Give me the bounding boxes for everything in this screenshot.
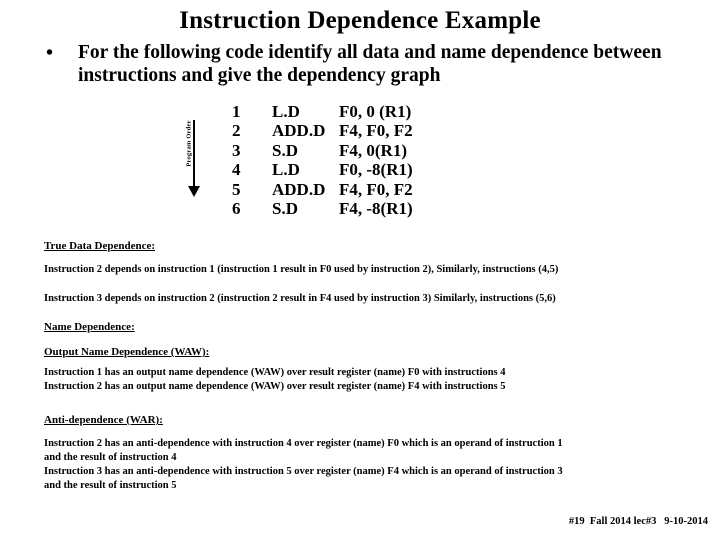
war-line-4: and the result of instruction 5 xyxy=(44,480,177,491)
section-heading-name-dependence: Name Dependence: xyxy=(44,321,135,333)
table-row: 3 S.D F4, 0(R1) xyxy=(232,141,479,160)
program-order-label: Program Order xyxy=(185,120,193,167)
instruction-operands: F0, 0 (R1) xyxy=(339,102,412,121)
section-heading-anti-dependence-war: Anti-dependence (WAR): xyxy=(44,414,163,426)
instruction-opcode: L.D xyxy=(272,102,300,121)
table-row: 1 L.D F0, 0 (R1) xyxy=(232,102,479,121)
instruction-opcode: S.D xyxy=(272,199,298,219)
instruction-listing-body: 1 L.D F0, 0 (R1) 2 ADD.D F4, F0, F2 3 S.… xyxy=(232,102,479,218)
instruction-operands: F0, -8(R1) xyxy=(339,160,413,180)
table-row: 5 ADD.D F4, F0, F2 xyxy=(232,180,479,199)
instruction-opcode: L.D xyxy=(272,160,300,180)
slide-canvas: Instruction Dependence Example • For the… xyxy=(0,0,720,540)
instruction-operands: F4, 0(R1) xyxy=(339,140,407,160)
program-order-annotation: Program Order xyxy=(176,118,202,204)
instruction-operands: F4, -8(R1) xyxy=(339,199,413,219)
page-title: Instruction Dependence Example xyxy=(179,7,541,34)
instruction-operands: F4, F0, F2 xyxy=(339,121,413,141)
arrow-down-icon-shaft xyxy=(193,120,195,188)
instruction-number: 4 xyxy=(232,160,241,180)
instruction-listing-table: 1 L.D F0, 0 (R1) 2 ADD.D F4, F0, F2 3 S.… xyxy=(232,102,479,218)
instruction-number: 3 xyxy=(232,140,241,160)
section-heading-output-name-dependence-waw: Output Name Dependence (WAW): xyxy=(44,346,210,358)
table-row: 4 L.D F0, -8(R1) xyxy=(232,160,479,179)
section-heading-true-data-dependence: True Data Dependence: xyxy=(44,240,155,252)
waw-line-1: Instruction 1 has an output name depende… xyxy=(44,367,506,378)
war-line-2: and the result of instruction 4 xyxy=(44,452,177,463)
war-line-3: Instruction 3 has an anti-dependence wit… xyxy=(44,466,563,477)
bullet-point-icon: • xyxy=(46,42,54,64)
table-row: 6 S.D F4, -8(R1) xyxy=(232,199,479,218)
instruction-opcode: S.D xyxy=(272,140,298,160)
arrow-down-icon-head xyxy=(188,186,200,197)
instruction-number: 2 xyxy=(232,121,241,141)
bullet-item: • For the following code identify all da… xyxy=(42,41,692,87)
slide-footer: #19 Fall 2014 lec#3 9-10-2014 xyxy=(568,516,708,527)
table-row: 2 ADD.D F4, F0, F2 xyxy=(232,121,479,140)
instruction-number: 1 xyxy=(232,102,241,121)
instruction-opcode: ADD.D xyxy=(272,179,326,199)
war-line-1: Instruction 2 has an anti-dependence wit… xyxy=(44,438,563,449)
instruction-operands: F4, F0, F2 xyxy=(339,179,413,199)
instruction-number: 5 xyxy=(232,179,241,199)
instruction-number: 6 xyxy=(232,199,241,219)
true-data-dependence-line-2: Instruction 3 depends on instruction 2 (… xyxy=(44,293,556,304)
waw-line-2: Instruction 2 has an output name depende… xyxy=(44,381,506,392)
instruction-opcode: ADD.D xyxy=(272,121,326,141)
true-data-dependence-line-1: Instruction 2 depends on instruction 1 (… xyxy=(44,264,559,275)
bullet-item-text: For the following code identify all data… xyxy=(78,42,662,86)
